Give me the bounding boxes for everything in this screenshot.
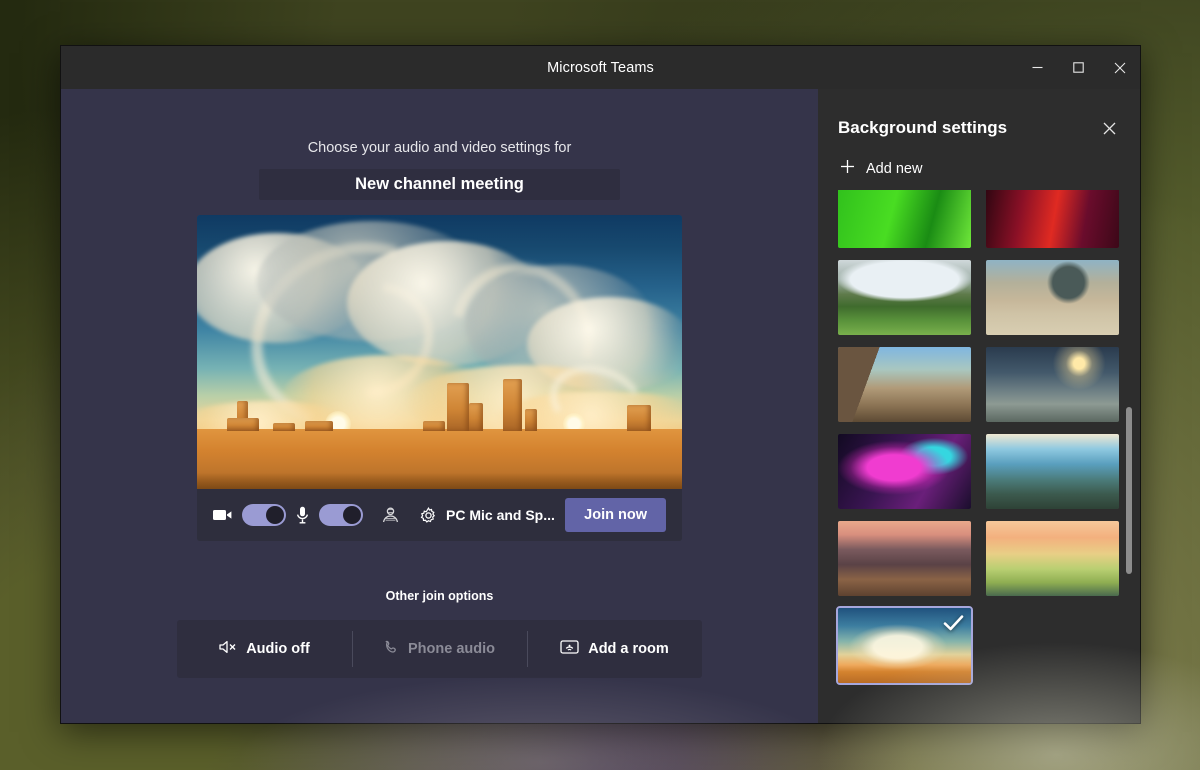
join-option-label: Add a room bbox=[588, 641, 669, 657]
window-title: Microsoft Teams bbox=[547, 59, 654, 76]
background-thumbnail-desert-swirl-sky[interactable] bbox=[836, 606, 973, 685]
maximize-icon[interactable] bbox=[1058, 46, 1099, 89]
mesa bbox=[305, 421, 333, 431]
window-body: Choose your audio and video settings for… bbox=[61, 89, 1140, 723]
other-join-options-label: Other join options bbox=[385, 589, 494, 603]
preview-ground bbox=[197, 429, 682, 489]
background-settings-panel: Background settings Add new bbox=[818, 89, 1140, 723]
background-thumbnail-pink-nebula[interactable] bbox=[838, 434, 971, 509]
teams-window: Microsoft Teams Choose your audio and vi… bbox=[60, 45, 1141, 724]
prejoin-screen: Choose your audio and video settings for… bbox=[61, 89, 818, 723]
background-thumbnail-mountain-valley[interactable] bbox=[838, 260, 971, 335]
camera-icon[interactable] bbox=[213, 508, 232, 522]
background-thumbnail-medieval-village[interactable] bbox=[838, 347, 971, 422]
mesa bbox=[503, 379, 522, 431]
mesa bbox=[627, 405, 651, 431]
prejoin-subtitle: Choose your audio and video settings for bbox=[307, 140, 572, 156]
join-option-label: Audio off bbox=[246, 641, 310, 657]
desktop-wallpaper: Microsoft Teams Choose your audio and vi… bbox=[0, 0, 1200, 770]
mesa bbox=[469, 403, 483, 431]
mesa bbox=[525, 409, 537, 431]
speaker-mute-icon bbox=[219, 640, 237, 658]
video-preview[interactable] bbox=[197, 215, 682, 489]
meeting-title-bar: New channel meeting bbox=[259, 169, 620, 200]
join-option-add-a-room[interactable]: Add a room bbox=[527, 620, 702, 678]
thumbnail-art bbox=[986, 260, 1119, 335]
thumbnail-art bbox=[986, 521, 1119, 596]
plus-icon bbox=[840, 159, 855, 178]
thumbnail-art bbox=[838, 347, 971, 422]
background-thumbnail-grid bbox=[836, 190, 1120, 685]
page-title: New channel meeting bbox=[355, 175, 524, 193]
room-cast-icon bbox=[560, 639, 579, 659]
add-new-label: Add new bbox=[866, 160, 923, 177]
panel-header: Background settings bbox=[818, 89, 1140, 139]
background-thumbnail-alien-ice-world[interactable] bbox=[986, 347, 1119, 422]
join-option-audio-off[interactable]: Audio off bbox=[177, 620, 352, 678]
video-preview-card: PC Mic and Sp... Join now bbox=[197, 215, 682, 541]
thumbnail-art bbox=[838, 434, 971, 509]
background-thumbnail-autumn-street[interactable] bbox=[838, 521, 971, 596]
window-titlebar: Microsoft Teams bbox=[61, 46, 1140, 89]
close-icon[interactable] bbox=[1099, 46, 1140, 89]
mesa bbox=[273, 423, 295, 431]
camera-toggle[interactable] bbox=[242, 504, 286, 526]
join-option-label: Phone audio bbox=[408, 641, 495, 657]
background-thumbnail-scroll[interactable] bbox=[818, 190, 1140, 723]
thumbnail-art bbox=[838, 521, 971, 596]
join-option-phone-audio: Phone audio bbox=[352, 620, 527, 678]
background-thumbnail-red-dark-clipped[interactable] bbox=[986, 190, 1119, 248]
thumbnail-art bbox=[986, 434, 1119, 509]
window-controls bbox=[1017, 46, 1140, 89]
thumbnail-art bbox=[838, 260, 971, 335]
thumbnail-art bbox=[838, 190, 971, 248]
preview-controls: PC Mic and Sp... Join now bbox=[197, 489, 682, 541]
background-thumbnail-green-field-clipped[interactable] bbox=[838, 190, 971, 248]
mesa bbox=[423, 421, 445, 431]
check-icon bbox=[943, 614, 964, 637]
gear-icon[interactable] bbox=[420, 506, 437, 524]
microphone-toggle[interactable] bbox=[319, 504, 363, 526]
device-selector-label[interactable]: PC Mic and Sp... bbox=[446, 507, 555, 523]
thumbnail-art bbox=[986, 347, 1119, 422]
thumbnail-art bbox=[986, 190, 1119, 248]
background-thumbnail-coastal-cliff-tree[interactable] bbox=[986, 434, 1119, 509]
add-new-button[interactable]: Add new bbox=[818, 139, 1140, 178]
phone-icon bbox=[384, 640, 399, 659]
mesa bbox=[227, 418, 259, 431]
close-icon[interactable] bbox=[1098, 117, 1120, 139]
join-now-button[interactable]: Join now bbox=[565, 498, 666, 532]
microphone-icon[interactable] bbox=[296, 506, 309, 524]
mesa bbox=[447, 383, 469, 431]
background-effects-icon[interactable] bbox=[381, 507, 400, 523]
panel-scrollbar[interactable] bbox=[1126, 407, 1132, 574]
panel-title: Background settings bbox=[838, 118, 1008, 137]
background-thumbnail-desert-arch-ruins[interactable] bbox=[986, 260, 1119, 335]
minimize-icon[interactable] bbox=[1017, 46, 1058, 89]
join-options-bar: Audio off Phone audio Add a room bbox=[177, 620, 702, 678]
background-thumbnail-sunset-hillside[interactable] bbox=[986, 521, 1119, 596]
